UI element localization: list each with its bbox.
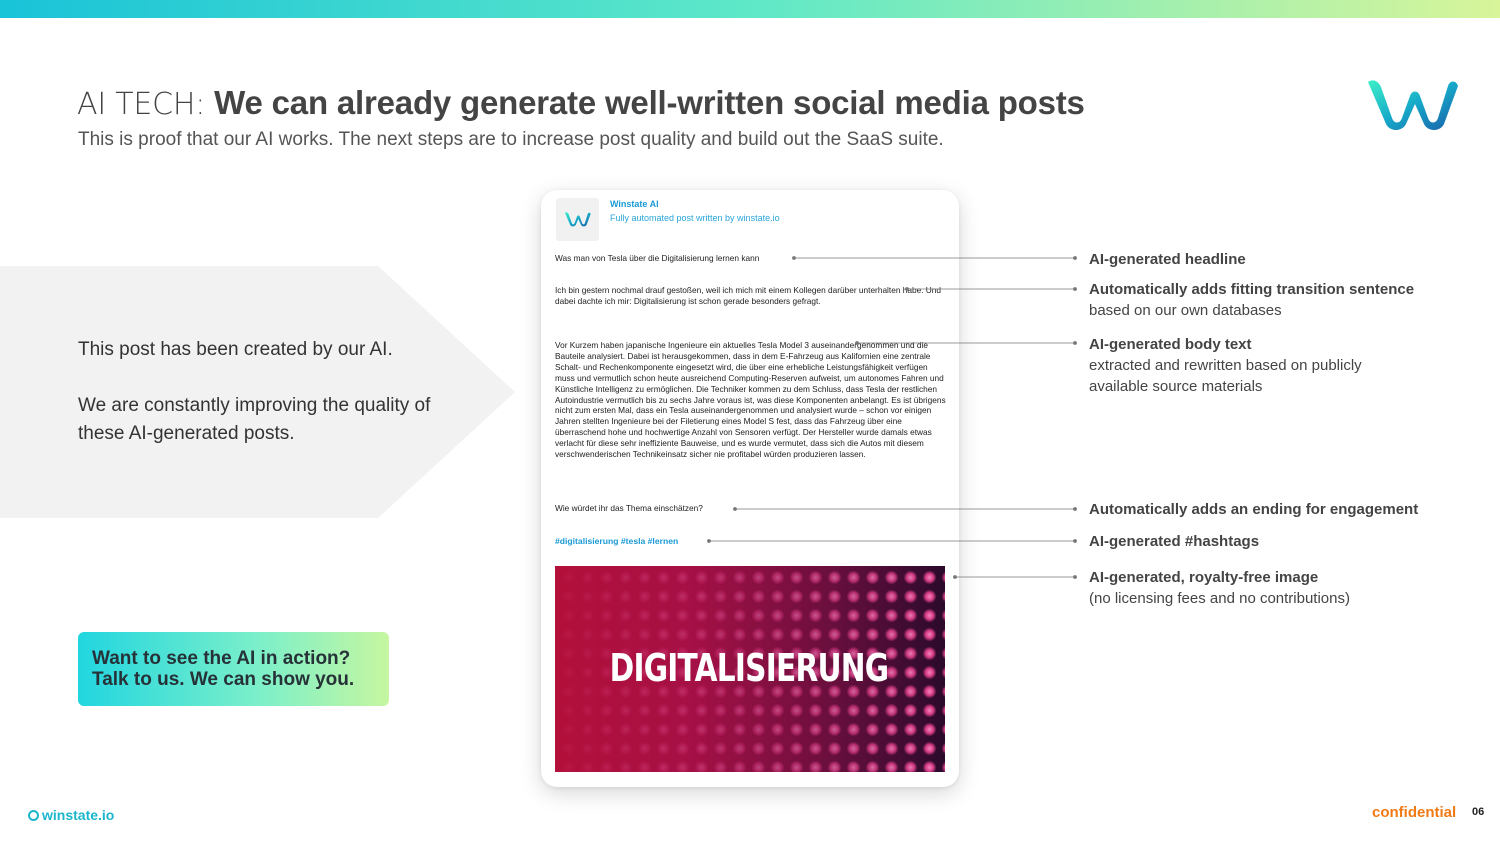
annotation-title: AI-generated headline — [1089, 251, 1246, 268]
annotation-title: Automatically adds an ending for engagem… — [1089, 501, 1419, 518]
footer-brand[interactable]: winstate.io — [28, 807, 114, 823]
page-number: 06 — [1472, 806, 1485, 818]
annotation-image: AI-generated, royalty-free image (no lic… — [1089, 567, 1350, 609]
annotation-desc: (no licensing fees and no contributions) — [1089, 590, 1350, 607]
annotation-lines — [707, 256, 1077, 579]
annotation-transition: Automatically adds fitting transition se… — [1089, 279, 1414, 321]
annotation-title: Automatically adds fitting transition se… — [1089, 281, 1415, 298]
footer-brand-text: winstate.io — [42, 807, 115, 823]
annotation-headline: AI-generated headline — [1089, 249, 1246, 270]
confidential-label: confidential — [1372, 804, 1457, 821]
annotation-ending: Automatically adds an ending for engagem… — [1089, 499, 1418, 520]
annotation-desc: extracted and rewritten based on publicl… — [1089, 357, 1362, 374]
annotation-title: AI-generated body text — [1089, 336, 1252, 353]
annotation-title: AI-generated, royalty-free image — [1089, 569, 1319, 586]
annotation-desc: based on our own databases — [1089, 302, 1282, 319]
annotation-desc: available source materials — [1089, 378, 1263, 395]
annotation-title: AI-generated #hashtags — [1089, 533, 1260, 550]
brand-dot-icon — [28, 810, 39, 821]
annotation-hashtags: AI-generated #hashtags — [1089, 531, 1259, 552]
annotation-body: AI-generated body text extracted and rew… — [1089, 334, 1362, 397]
